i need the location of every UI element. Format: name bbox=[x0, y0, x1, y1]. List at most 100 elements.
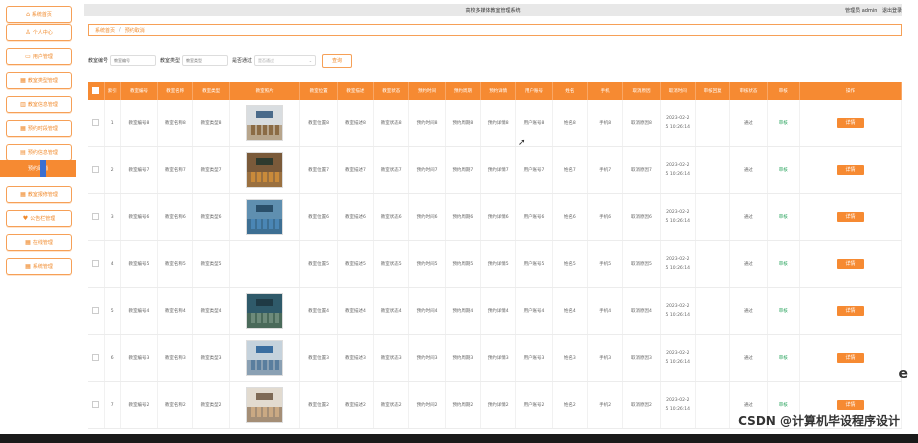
cancel-clock: 5 10:26:14 bbox=[665, 313, 691, 318]
cell-audit_status: 通过 bbox=[729, 240, 768, 288]
row-checkbox[interactable] bbox=[92, 212, 100, 220]
home-icon: ⌂ bbox=[26, 10, 30, 18]
row-select-cell[interactable] bbox=[88, 334, 105, 382]
cell-uname: 姓名3 bbox=[552, 334, 588, 382]
sidebar-item-11[interactable]: ▦ 在线管理 bbox=[6, 234, 72, 251]
audit-link[interactable]: 审核 bbox=[779, 168, 788, 173]
sidebar-item-4[interactable]: ▦ 教室类型管理 bbox=[6, 72, 72, 89]
sidebar-item-label: 教室类型管理 bbox=[27, 78, 58, 84]
edge-glyph: e bbox=[898, 366, 909, 382]
row-checkbox[interactable] bbox=[92, 400, 100, 408]
cancel-date: 2023-02-2 bbox=[666, 257, 690, 262]
audit-link[interactable]: 审核 bbox=[779, 309, 788, 314]
cell-uname: 姓名2 bbox=[552, 381, 588, 429]
cell-status: 教室状态6 bbox=[373, 193, 410, 241]
breadcrumb-home[interactable]: 系统首页 bbox=[95, 27, 115, 34]
room-photo-cell bbox=[229, 287, 301, 335]
sidebar-item-1[interactable]: ⌂ 系统首页 bbox=[6, 6, 72, 23]
row-select-cell[interactable] bbox=[88, 193, 105, 241]
action-cell: 详情 bbox=[799, 193, 902, 241]
detail-button[interactable]: 详情 bbox=[836, 212, 864, 222]
sidebar-item-5[interactable]: ▥ 教室信息管理 bbox=[6, 96, 72, 113]
cell-phone: 手机7 bbox=[587, 146, 624, 194]
row-checkbox[interactable] bbox=[92, 306, 100, 314]
approval-select[interactable]: 是否通过 ⌄ bbox=[254, 55, 317, 66]
search-button[interactable]: 查询 bbox=[322, 53, 353, 68]
sidebar-item-2[interactable]: ♙ 个人中心 bbox=[6, 24, 72, 41]
row-select-cell[interactable] bbox=[88, 240, 105, 288]
row-select-cell[interactable] bbox=[88, 287, 105, 335]
room-code-input[interactable] bbox=[110, 55, 157, 66]
sidebar-item-7[interactable]: ▤ 预约信息管理 bbox=[6, 144, 72, 161]
cell-time: 预约时间7 bbox=[408, 146, 446, 194]
sidebar-item-9[interactable]: ▦ 教室报修管理 bbox=[6, 186, 72, 203]
cell-detail: 预约详情4 bbox=[480, 287, 517, 335]
cell-cycle: 预约周期3 bbox=[445, 334, 482, 382]
logout-link[interactable]: 退出登录 bbox=[882, 8, 902, 14]
sidebar-item-12[interactable]: ▦ 系统管理 bbox=[6, 258, 72, 275]
cell-reply bbox=[695, 240, 731, 288]
sidebar-item-10[interactable]: ♥ 公告栏管理 bbox=[6, 210, 72, 227]
cell-cycle: 预约周期5 bbox=[445, 240, 482, 288]
select-all-checkbox[interactable] bbox=[92, 86, 100, 94]
row-checkbox[interactable] bbox=[92, 353, 100, 361]
detail-button[interactable]: 详情 bbox=[836, 118, 864, 128]
table-row: 2 教室编号7 教室名称7 教室类型7 教室位置7 教室描述7 教室状态7 预约时间7 预约周期… bbox=[88, 146, 902, 194]
row-checkbox[interactable] bbox=[92, 259, 100, 267]
cell-code: 教室编号7 bbox=[120, 146, 159, 194]
sidebar-item-8[interactable]: 预约取消 bbox=[0, 160, 76, 177]
room-photo bbox=[246, 293, 284, 329]
row-index: 2 bbox=[104, 146, 121, 194]
active-marker bbox=[40, 160, 46, 177]
sidebar-item-label: 在线管理 bbox=[32, 240, 53, 246]
cell-cycle: 预约周期2 bbox=[445, 381, 482, 429]
cell-audit_status: 通过 bbox=[729, 193, 768, 241]
grid-icon: ▦ bbox=[25, 238, 31, 246]
audit-link[interactable]: 审核 bbox=[779, 262, 788, 267]
detail-button[interactable]: 详情 bbox=[836, 306, 864, 316]
row-index: 3 bbox=[104, 193, 121, 241]
audit-link[interactable]: 审核 bbox=[779, 403, 788, 408]
cell-uname: 姓名5 bbox=[552, 240, 588, 288]
cell-time: 预约时间5 bbox=[408, 240, 446, 288]
room-photo-cell bbox=[229, 146, 301, 194]
row-select-cell[interactable] bbox=[88, 146, 105, 194]
cell-name: 教室名称4 bbox=[157, 287, 194, 335]
column-header: 教室描述 bbox=[337, 82, 375, 100]
audit-link[interactable]: 审核 bbox=[779, 215, 788, 220]
cell-desc: 教室描述6 bbox=[337, 193, 375, 241]
cell-detail: 预约详情8 bbox=[480, 100, 517, 147]
column-header: 教室状态 bbox=[373, 82, 410, 100]
cell-detail: 预约详情5 bbox=[480, 240, 517, 288]
detail-button[interactable]: 详情 bbox=[836, 400, 864, 410]
cell-code: 教室编号6 bbox=[120, 193, 159, 241]
audit-cell: 审核 bbox=[767, 334, 800, 382]
room-photo-cell bbox=[229, 100, 301, 147]
sidebar-item-3[interactable]: ▭ 用户管理 bbox=[6, 48, 72, 65]
cell-uname: 姓名7 bbox=[552, 146, 588, 194]
audit-link[interactable]: 审核 bbox=[779, 356, 788, 361]
cancel-clock: 5 10:26:14 bbox=[665, 172, 691, 177]
row-select-cell[interactable] bbox=[88, 100, 105, 147]
cell-reason: 取消原因5 bbox=[622, 240, 661, 288]
detail-button[interactable]: 详情 bbox=[836, 165, 864, 175]
audit-cell: 审核 bbox=[767, 193, 800, 241]
detail-button[interactable]: 详情 bbox=[836, 353, 864, 363]
sidebar-item-6[interactable]: ▦ 预约时段管理 bbox=[6, 120, 72, 137]
row-index: 7 bbox=[104, 381, 121, 429]
grid-icon: ▦ bbox=[20, 190, 26, 198]
select-all-header[interactable] bbox=[88, 82, 105, 100]
breadcrumb: 系统首页 / 预约取消 bbox=[88, 24, 902, 36]
cancel-date: 2023-02-2 bbox=[666, 116, 690, 121]
room-photo bbox=[246, 387, 284, 423]
room-type-input[interactable] bbox=[182, 55, 229, 66]
audit-link[interactable]: 审核 bbox=[779, 121, 788, 126]
cell-desc: 教室描述3 bbox=[337, 334, 375, 382]
user-icon: ♙ bbox=[25, 28, 31, 36]
action-cell: 详情 bbox=[799, 334, 902, 382]
row-checkbox[interactable] bbox=[92, 165, 100, 173]
row-select-cell[interactable] bbox=[88, 381, 105, 429]
cell-phone: 手机4 bbox=[587, 287, 624, 335]
row-checkbox[interactable] bbox=[92, 118, 100, 126]
detail-button[interactable]: 详情 bbox=[836, 259, 864, 269]
